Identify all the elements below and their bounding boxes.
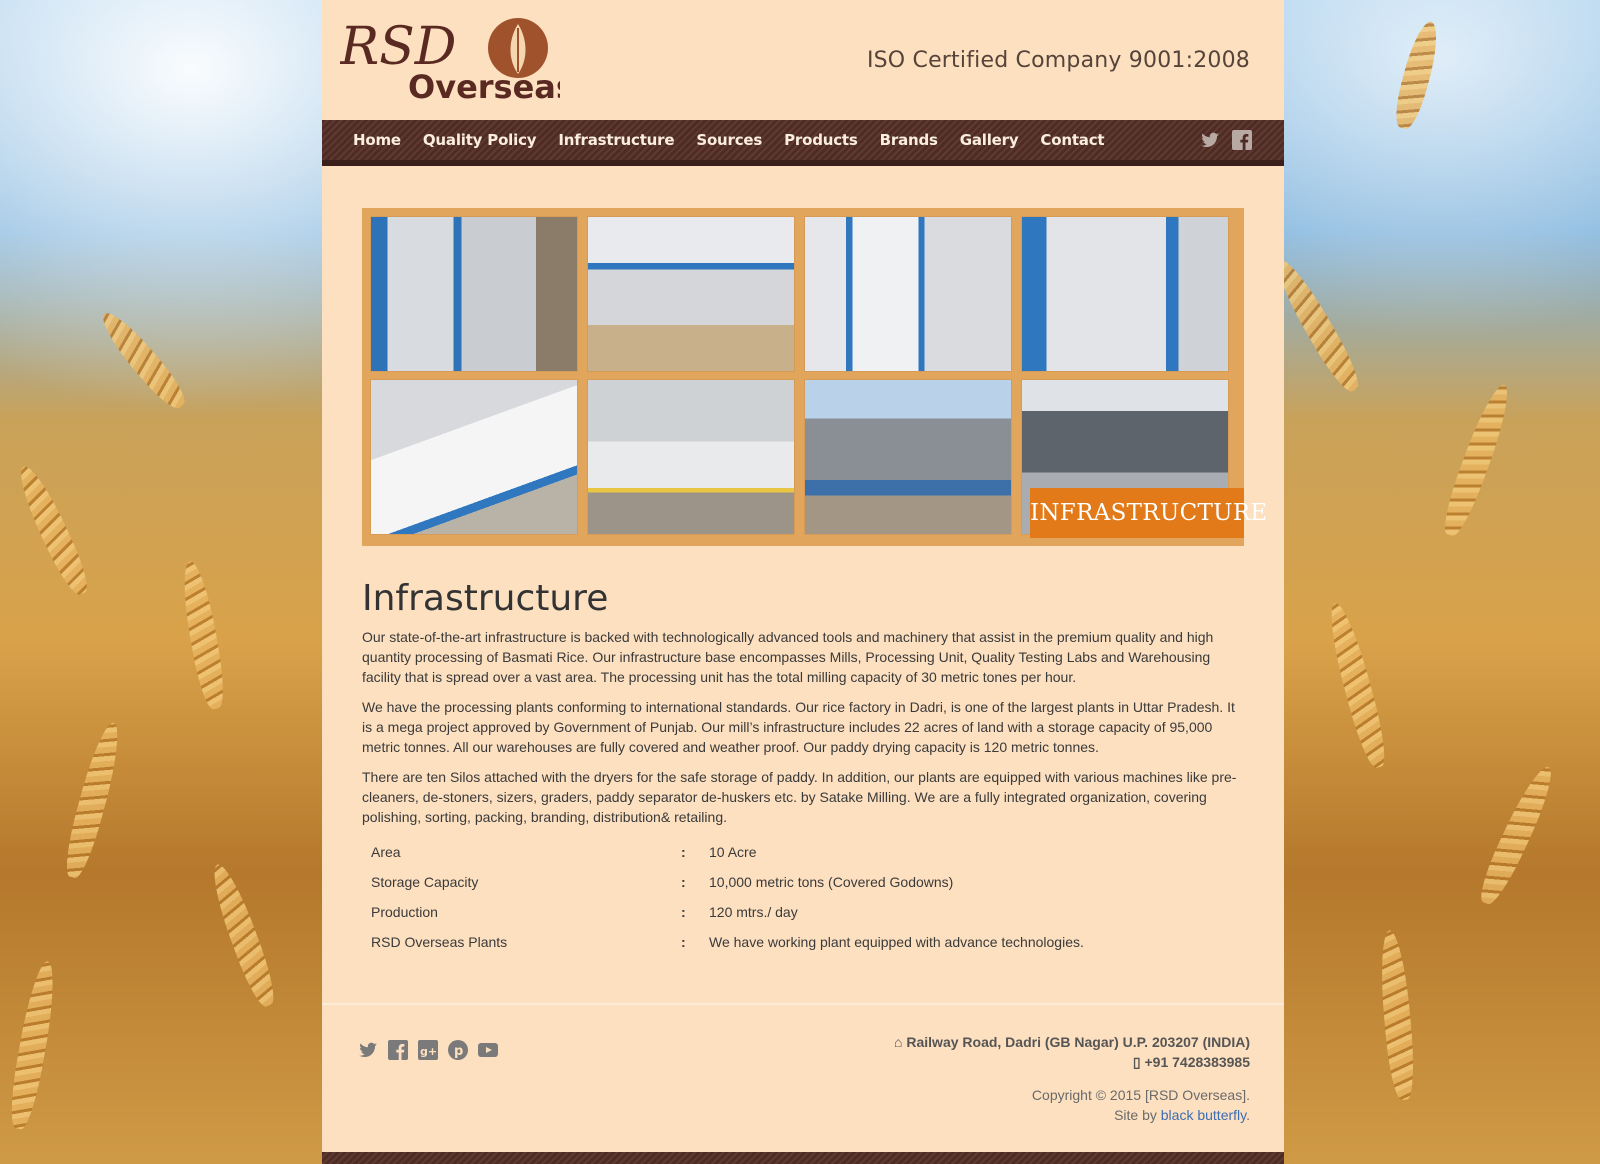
phone-icon: ▯ [1132,1054,1145,1070]
spec-label: Production [371,904,438,920]
page-container: RSD Overseas ISO Certified Company 9001:… [322,0,1284,1164]
spec-separator: : [681,934,686,950]
designer-link[interactable]: black butterfly [1161,1107,1246,1123]
plant-photo [371,380,577,534]
address-text: Railway Road, Dadri (GB Nagar) U.P. 2032… [906,1034,1250,1050]
nav-item-contact[interactable]: Contact [1029,131,1115,149]
contact-info: ⌂ Railway Road, Dadri (GB Nagar) U.P. 20… [894,1032,1250,1072]
youtube-icon[interactable] [478,1040,498,1060]
spec-label: RSD Overseas Plants [371,934,508,950]
twitter-icon[interactable] [1200,130,1220,150]
facebook-icon[interactable] [388,1040,408,1060]
address-line: ⌂ Railway Road, Dadri (GB Nagar) U.P. 20… [894,1032,1250,1052]
twitter-icon[interactable] [358,1040,378,1060]
table-row: Area : 10 Acre [362,837,1084,867]
plant-photo [805,217,1011,371]
svg-text:Overseas: Overseas [408,68,560,102]
nav-social-links [1200,130,1252,150]
site-logo[interactable]: RSD Overseas [339,12,575,106]
main-content: Infrastructure Our state-of-the-art infr… [362,578,1244,957]
nav-item-brands[interactable]: Brands [869,131,949,149]
main-navigation: Home Quality Policy Infrastructure Sourc… [322,120,1284,166]
plant-photo [1022,217,1228,371]
spec-separator: : [681,874,686,890]
plant-photo [805,380,1011,534]
google-plus-icon[interactable]: g+ [418,1040,438,1060]
silos-paragraph: There are ten Silos attached with the dr… [362,769,1237,825]
nav-item-gallery[interactable]: Gallery [949,131,1030,149]
site-by-suffix: . [1246,1107,1250,1123]
plant-photo [588,380,794,534]
phone-text: +91 7428383985 [1144,1054,1251,1070]
copyright-block: Copyright © 2015 [RSD Overseas]. Site by… [1032,1085,1250,1125]
phone-line: ▯ +91 7428383985 [894,1052,1250,1072]
bottom-bar [322,1152,1284,1164]
table-row: RSD Overseas Plants : We have working pl… [362,927,1084,957]
plant-photo [588,217,794,371]
banner-label: INFRASTRUCTURE [1030,488,1267,538]
copyright-text: Copyright © 2015 [RSD Overseas]. [1031,1087,1250,1103]
nav-item-quality-policy[interactable]: Quality Policy [412,131,547,149]
site-by-prefix: Site by [1114,1107,1157,1123]
nav-item-sources[interactable]: Sources [685,131,773,149]
spec-value: 10 Acre [709,844,757,860]
spec-label: Area [371,844,401,860]
plants-paragraph: We have the processing plants conforming… [362,699,1235,755]
specs-table: Area : 10 Acre Storage Capacity : 10,000… [362,837,1084,957]
pinterest-icon[interactable]: p [448,1040,468,1060]
wheat-background-left [0,0,322,1164]
spec-value: We have working plant equipped with adva… [709,934,1084,950]
spec-label: Storage Capacity [371,874,479,890]
nav-item-products[interactable]: Products [773,131,869,149]
intro-paragraph: Our state-of-the-art infrastructure is b… [362,629,1214,685]
iso-certification-text: ISO Certified Company 9001:2008 [866,48,1250,73]
nav-item-infrastructure[interactable]: Infrastructure [547,131,685,149]
plant-photo [371,217,577,371]
infrastructure-banner: INFRASTRUCTURE [362,208,1267,546]
site-header: RSD Overseas ISO Certified Company 9001:… [322,0,1284,120]
home-icon: ⌂ [894,1034,907,1050]
spec-value: 120 mtrs./ day [709,904,798,920]
svg-text:p: p [454,1044,463,1059]
nav-item-home[interactable]: Home [342,131,412,149]
wheat-background-right [1284,0,1600,1164]
table-row: Storage Capacity : 10,000 metric tons (C… [362,867,1084,897]
spec-value: 10,000 metric tons (Covered Godowns) [709,874,954,890]
footer-social-links: g+ p [358,1040,498,1060]
page-title: Infrastructure [362,578,609,619]
spec-separator: : [681,904,686,920]
footer-divider [322,1003,1284,1005]
facebook-icon[interactable] [1232,130,1252,150]
site-credit: Site by black butterfly. [1032,1105,1250,1125]
svg-text:g+: g+ [420,1045,437,1058]
table-row: Production : 120 mtrs./ day [362,897,1084,927]
spec-separator: : [681,844,686,860]
